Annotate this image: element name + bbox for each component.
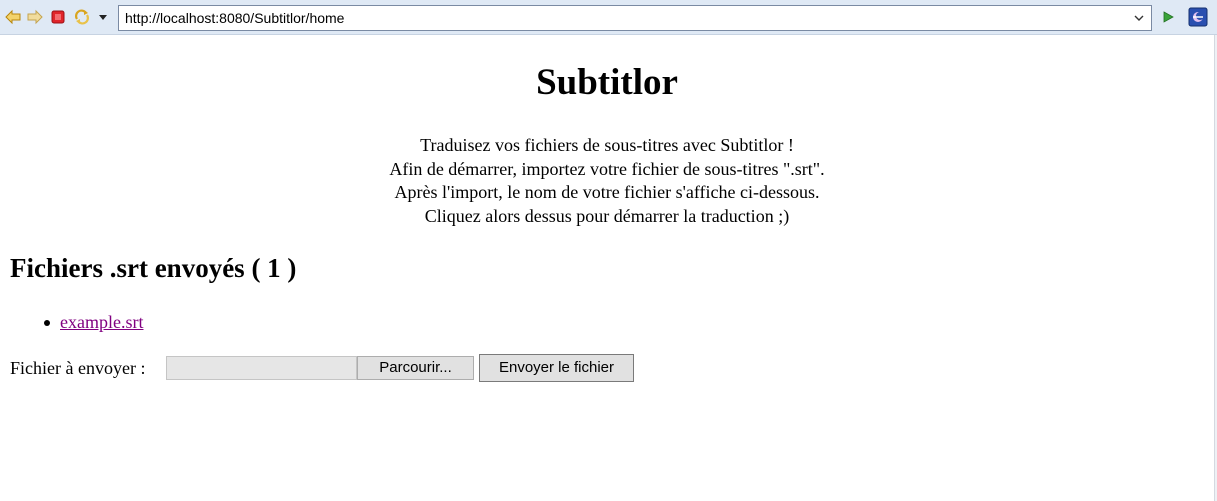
list-item: example.srt <box>0 310 143 334</box>
browse-button[interactable]: Parcourir... <box>357 356 474 380</box>
address-bar <box>118 5 1152 31</box>
intro-line: Traduisez vos fichiers de sous-titres av… <box>420 135 794 155</box>
chevron-down-icon[interactable] <box>94 8 112 26</box>
intro-line: Afin de démarrer, importez votre fichier… <box>389 158 825 179</box>
chevron-down-icon[interactable] <box>1129 6 1149 30</box>
intro-line: Après l'import, le nom de votre fichier … <box>394 182 820 202</box>
intro-line: Cliquez alors dessus pour démarrer la tr… <box>424 205 790 226</box>
files-heading: Fichiers .srt envoyés ( 1 ) <box>10 253 297 283</box>
stop-icon[interactable] <box>49 8 67 26</box>
refresh-icon[interactable] <box>73 8 91 26</box>
url-input[interactable] <box>119 6 1127 30</box>
file-list: example.srt <box>0 310 143 334</box>
file-path-field[interactable] <box>166 356 357 380</box>
browser-toolbar <box>0 0 1217 35</box>
upload-label: Fichier à envoyer : <box>10 358 146 378</box>
intro-text: Traduisez vos fichiers de sous-titres av… <box>0 134 1214 228</box>
go-play-icon[interactable] <box>1159 8 1177 26</box>
page-title: Subtitlor <box>536 62 678 103</box>
forward-arrow-icon[interactable] <box>26 8 44 26</box>
eclipse-browser-icon[interactable] <box>1188 7 1208 27</box>
submit-button[interactable]: Envoyer le fichier <box>479 354 634 382</box>
back-arrow-icon[interactable] <box>4 8 22 26</box>
file-link[interactable]: example.srt <box>60 312 143 332</box>
page-content: Subtitlor Traduisez vos fichiers de sous… <box>0 35 1217 501</box>
bullet <box>44 320 50 326</box>
